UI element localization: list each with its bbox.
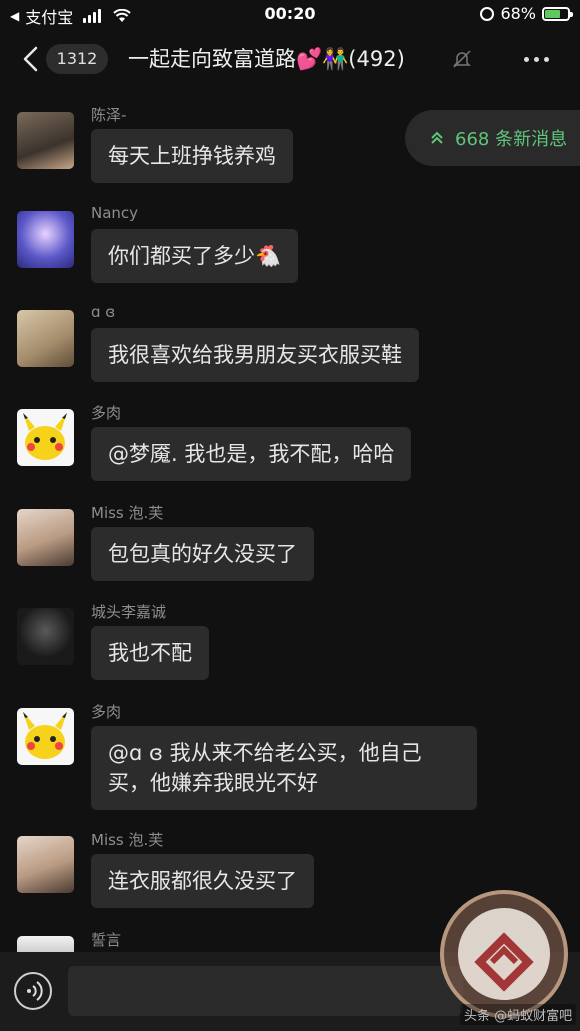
avatar[interactable] [17, 112, 74, 169]
message-bubble[interactable]: 我也不配 [91, 626, 209, 680]
message-bubble[interactable]: 我很喜欢给我男朋友买衣服买鞋 [91, 328, 419, 382]
double-chevron-up-icon [431, 131, 443, 144]
voice-icon [27, 981, 43, 1001]
pikachu-image [23, 712, 67, 759]
mute-bell-icon [453, 50, 471, 68]
sender-name: 多肉 [91, 703, 122, 721]
avatar[interactable] [17, 211, 74, 268]
sender-name: 城头李嘉诚 [91, 603, 167, 621]
watermark-seal-icon [440, 890, 568, 1018]
more-options-button[interactable] [524, 57, 549, 62]
message-bubble[interactable]: @梦魇. 我也是，我不配，哈哈 [91, 427, 412, 481]
sender-name: Miss 泡.芙 [91, 831, 164, 849]
group-title[interactable]: 一起走向致富道路💕👫(492) [128, 44, 405, 74]
avatar[interactable] [17, 310, 74, 367]
avatar[interactable] [17, 509, 74, 566]
message-input[interactable] [68, 966, 463, 1016]
status-bar: ◀ 支付宝 00:20 68% [0, 0, 580, 28]
avatar[interactable] [17, 608, 74, 665]
avatar[interactable] [17, 409, 74, 466]
chat-header: 1312 一起走向致富道路💕👫(492) [0, 28, 580, 90]
sender-name: 陈泽- [91, 106, 127, 124]
avatar[interactable] [17, 936, 74, 952]
sender-name: ɑ ɞ [91, 303, 116, 321]
watermark-caption: 头条 @蚂蚁财富吧 [460, 1004, 577, 1025]
message-bubble[interactable]: @ɑ ɞ 我从来不给老公买，他自己买，他嫌弃我眼光不好 [91, 726, 477, 810]
battery-percent: 68% [500, 4, 536, 23]
sender-name: 誓言 [91, 931, 122, 949]
sender-name: 多肉 [91, 404, 122, 422]
avatar[interactable] [17, 708, 74, 765]
battery-icon [542, 6, 573, 21]
pikachu-image [23, 413, 67, 460]
back-chevron-icon[interactable] [20, 46, 42, 72]
message-bubble[interactable]: 你们都买了多少🐔 [91, 229, 299, 283]
new-messages-jump-button[interactable]: 668 条新消息 [405, 110, 580, 166]
message-bubble[interactable]: 连衣服都很久没买了 [91, 854, 314, 908]
avatar[interactable] [17, 836, 74, 893]
message-bubble[interactable]: 包包真的好久没买了 [91, 527, 314, 581]
sender-name: Miss 泡.芙 [91, 504, 164, 522]
orientation-lock-icon [480, 6, 495, 21]
voice-input-button[interactable] [14, 972, 52, 1010]
message-bubble[interactable]: 每天上班挣钱养鸡 [91, 129, 293, 183]
unread-count-badge[interactable]: 1312 [46, 44, 108, 74]
sender-name: Nancy [91, 204, 139, 222]
new-messages-label: 668 条新消息 [455, 129, 568, 150]
